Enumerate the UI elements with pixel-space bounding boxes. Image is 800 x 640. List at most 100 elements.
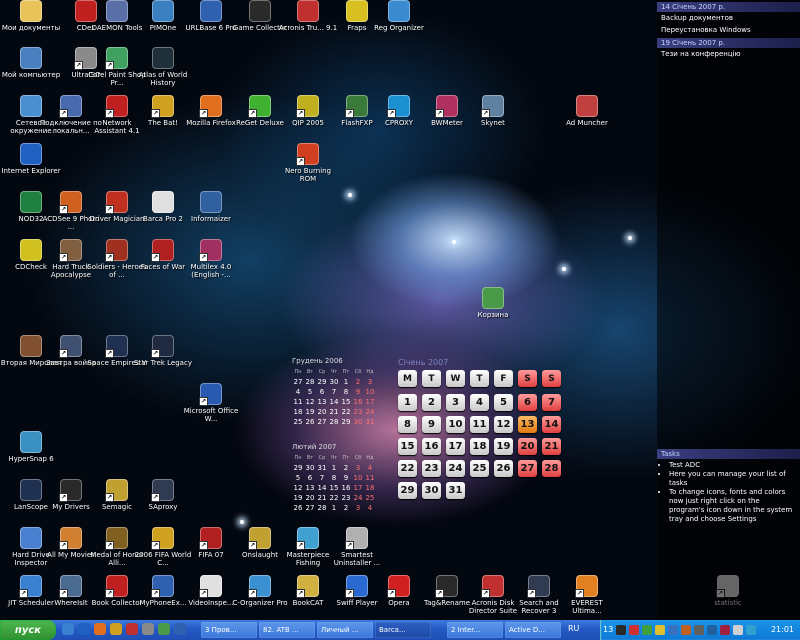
calendar-day[interactable]: 30 <box>304 463 316 473</box>
calendar-day[interactable]: 21 <box>316 493 328 503</box>
taskbar-window-button[interactable]: Active D... <box>505 622 561 638</box>
taskbar-window-button[interactable]: Barca... <box>375 622 431 638</box>
calendar-day[interactable]: 29 <box>292 463 304 473</box>
calendar-day[interactable]: 18 <box>364 483 376 493</box>
tray-antivirus-icon[interactable] <box>629 625 639 635</box>
calendar-day[interactable]: 6 <box>518 394 537 411</box>
calendar-day[interactable]: 7 <box>542 394 561 411</box>
taskbar-window-button[interactable]: Личный ... <box>317 622 373 638</box>
calendar-day[interactable]: 16 <box>340 483 352 493</box>
calendar-day[interactable]: 15 <box>340 397 352 407</box>
calendar-day[interactable]: 29 <box>340 417 352 427</box>
calendar-day[interactable]: 9 <box>340 473 352 483</box>
note-item[interactable]: Переустановка Windows <box>657 24 800 36</box>
calendar-day[interactable]: 30 <box>352 417 364 427</box>
calendar-day[interactable]: 13 <box>304 483 316 493</box>
calendar-day[interactable]: 20 <box>316 407 328 417</box>
tray-counter[interactable]: 13 <box>603 625 613 634</box>
desktop-icon[interactable]: Мои документы <box>0 0 62 32</box>
calendar-day[interactable]: 31 <box>316 463 328 473</box>
desktop-icon[interactable]: Informaizer <box>180 191 242 223</box>
calendar-day[interactable]: 11 <box>364 473 376 483</box>
calendar-day[interactable]: 9 <box>422 416 441 433</box>
calendar-day[interactable]: 12 <box>304 397 316 407</box>
calendar-day[interactable]: 19 <box>292 493 304 503</box>
calendar-day[interactable]: 25 <box>470 460 489 477</box>
calendar-day[interactable]: 28 <box>316 503 328 513</box>
calendar-day[interactable]: 29 <box>398 482 417 499</box>
calendar-day[interactable]: 20 <box>304 493 316 503</box>
desktop-icon[interactable]: ↗ Microsoft Office W... <box>180 383 242 423</box>
task-item[interactable]: Test ADC <box>669 461 796 470</box>
desktop-icon[interactable]: Internet Explorer <box>0 143 62 175</box>
calendar-day[interactable]: 24 <box>446 460 465 477</box>
clock[interactable]: 21:01 <box>771 625 794 634</box>
note-item[interactable]: Тези на конференцію <box>657 48 800 60</box>
quicklaunch-desktop-icon[interactable] <box>62 623 74 635</box>
calendar-day[interactable]: 1 <box>328 503 340 513</box>
calendar-day[interactable]: 3 <box>364 377 376 387</box>
calendar-day[interactable]: 19 <box>304 407 316 417</box>
calendar-day[interactable]: 27 <box>292 377 304 387</box>
calendar-day[interactable]: 12 <box>494 416 513 433</box>
calendar-day[interactable]: 13 <box>316 397 328 407</box>
calendar-day[interactable]: 3 <box>352 503 364 513</box>
calendar-day[interactable]: 8 <box>340 387 352 397</box>
calendar-day[interactable]: 3 <box>446 394 465 411</box>
desktop-icon[interactable]: ↗ Skynet <box>462 95 524 127</box>
calendar-day[interactable]: 5 <box>292 473 304 483</box>
calendar-day[interactable]: 26 <box>494 460 513 477</box>
calendar-day[interactable]: 7 <box>328 387 340 397</box>
calendar-day[interactable]: 15 <box>398 438 417 455</box>
desktop-icon[interactable]: ↗ Star Trek Legacy <box>132 335 194 367</box>
calendar-day[interactable]: 24 <box>352 493 364 503</box>
start-button[interactable]: пуск <box>0 620 56 640</box>
calendar-day[interactable]: 21 <box>328 407 340 417</box>
calendar-day[interactable]: 11 <box>292 397 304 407</box>
desktop-icon[interactable]: ↗ Smartest Uninstaller ... <box>326 527 388 567</box>
desktop-icon[interactable]: Atlas of World History <box>132 47 194 87</box>
calendar-day[interactable]: 26 <box>304 417 316 427</box>
quicklaunch-media-icon[interactable] <box>158 623 170 635</box>
calendar-day[interactable]: 18 <box>470 438 489 455</box>
calendar-day[interactable]: 18 <box>292 407 304 417</box>
desktop-icon[interactable]: ↗ EVEREST Ultima... <box>556 575 618 615</box>
taskbar-window-button[interactable]: 3 Пров... <box>201 622 257 638</box>
calendar-day[interactable]: 4 <box>292 387 304 397</box>
calendar-day[interactable]: 22 <box>328 493 340 503</box>
quicklaunch-app-icon[interactable] <box>126 623 138 635</box>
calendar-day[interactable]: 2 <box>352 377 364 387</box>
calendar-day[interactable]: 6 <box>304 473 316 483</box>
calendar-day[interactable]: 25 <box>292 417 304 427</box>
calendar-day[interactable]: 17 <box>352 483 364 493</box>
quicklaunch-firefox-icon[interactable] <box>94 623 106 635</box>
calendar-day[interactable]: 14 <box>542 416 561 433</box>
calendar-day[interactable]: 1 <box>328 463 340 473</box>
calendar-day[interactable]: 1 <box>340 377 352 387</box>
desktop-icon[interactable]: Reg Organizer <box>368 0 430 32</box>
calendar-day[interactable]: 20 <box>518 438 537 455</box>
calendar-day[interactable]: 3 <box>352 463 364 473</box>
calendar-day[interactable]: 14 <box>328 397 340 407</box>
calendar-day[interactable]: 30 <box>328 377 340 387</box>
calendar-day[interactable]: 23 <box>340 493 352 503</box>
calendar-day[interactable]: 25 <box>364 493 376 503</box>
calendar-day[interactable]: 8 <box>328 473 340 483</box>
language-indicator[interactable]: RU <box>568 624 579 633</box>
tray-app-icon[interactable] <box>707 625 717 635</box>
calendar-day[interactable]: 29 <box>316 377 328 387</box>
tray-app-icon[interactable] <box>694 625 704 635</box>
tray-app-icon[interactable] <box>668 625 678 635</box>
tray-volume-icon[interactable] <box>733 625 743 635</box>
calendar-day[interactable]: 15 <box>328 483 340 493</box>
tray-app-icon[interactable] <box>720 625 730 635</box>
calendar-day[interactable]: 4 <box>364 503 376 513</box>
desktop-icon[interactable]: ↗ Multilex 4.0 (English -... <box>180 239 242 279</box>
calendar-day[interactable]: 16 <box>422 438 441 455</box>
desktop-icon[interactable]: Мой компьютер <box>0 47 62 79</box>
calendar-day[interactable]: 27 <box>518 460 537 477</box>
calendar-day[interactable]: 23 <box>352 407 364 417</box>
calendar-day[interactable]: 28 <box>304 377 316 387</box>
tray-calendar-icon[interactable] <box>616 625 626 635</box>
calendar-day[interactable]: 31 <box>364 417 376 427</box>
